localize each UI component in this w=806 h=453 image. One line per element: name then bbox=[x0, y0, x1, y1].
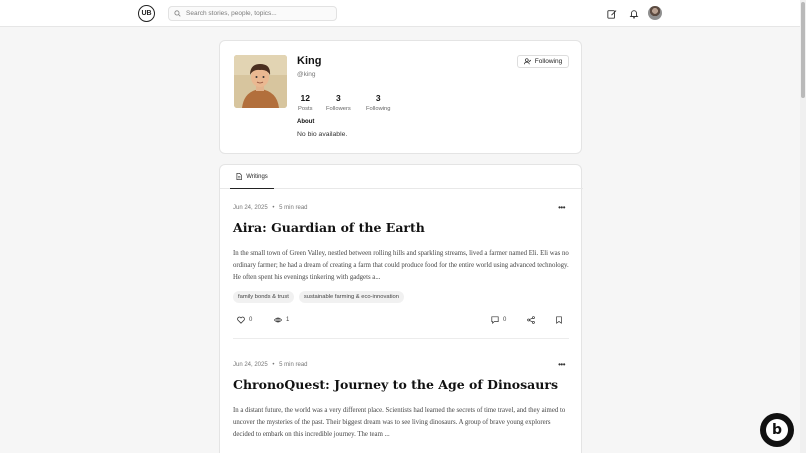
profile-handle: @king bbox=[297, 71, 316, 78]
comment-icon bbox=[491, 316, 499, 324]
post-title[interactable]: ChronoQuest: Journey to the Age of Dinos… bbox=[233, 377, 558, 392]
more-options-icon[interactable]: ••• bbox=[558, 360, 565, 369]
stat-following[interactable]: 3 Following bbox=[366, 93, 391, 112]
post-excerpt: In a distant future, the world was a ver… bbox=[233, 407, 566, 438]
floating-badge[interactable]: b bbox=[760, 413, 794, 447]
tag-chip[interactable]: family bonds & trust bbox=[233, 291, 294, 303]
post-actions: 0 1 0 bbox=[233, 316, 569, 326]
stat-posts[interactable]: 12 Posts bbox=[298, 93, 313, 112]
following-button[interactable]: Following bbox=[517, 55, 569, 68]
share-button[interactable] bbox=[527, 316, 539, 324]
stat-label: Followers bbox=[326, 106, 351, 112]
post-title[interactable]: Aira: Guardian of the Earth bbox=[233, 220, 425, 235]
meta-separator: • bbox=[272, 205, 275, 211]
stat-value: 3 bbox=[336, 93, 341, 103]
comment-button[interactable]: 0 bbox=[491, 316, 506, 324]
tab-writings[interactable]: Writings bbox=[230, 165, 274, 189]
eye-icon bbox=[274, 317, 282, 323]
logo-text: UB bbox=[141, 10, 152, 17]
profile-name: King bbox=[297, 55, 322, 67]
post-meta: Jun 24, 2025 • 5 min read bbox=[233, 362, 308, 368]
stat-value: 12 bbox=[300, 93, 310, 103]
document-icon bbox=[236, 173, 242, 180]
user-avatar[interactable] bbox=[648, 6, 662, 20]
bookmark-button[interactable] bbox=[555, 316, 567, 324]
post-tags: family bonds & trust sustainable farming… bbox=[233, 291, 404, 303]
stat-value: 3 bbox=[375, 93, 381, 103]
following-button-label: Following bbox=[534, 58, 563, 65]
stat-label: Posts bbox=[298, 106, 313, 112]
search-box[interactable] bbox=[168, 6, 337, 21]
heart-icon bbox=[237, 316, 245, 324]
write-icon[interactable] bbox=[606, 8, 617, 19]
post-read-time: 5 min read bbox=[279, 362, 308, 368]
about-text: No bio available. bbox=[297, 131, 348, 138]
profile-photo bbox=[234, 55, 287, 108]
tab-label: Writings bbox=[246, 173, 268, 180]
post-item[interactable]: Jun 24, 2025 • 5 min read ••• ChronoQues… bbox=[233, 360, 569, 453]
user-check-icon bbox=[523, 58, 531, 65]
post-item[interactable]: Jun 24, 2025 • 5 min read ••• Aira: Guar… bbox=[233, 203, 569, 341]
like-button[interactable]: 0 bbox=[237, 316, 252, 324]
share-icon bbox=[527, 316, 535, 324]
stat-followers[interactable]: 3 Followers bbox=[326, 93, 351, 112]
bookmark-icon bbox=[556, 316, 562, 324]
stat-label: Following bbox=[366, 106, 391, 112]
badge-logo: b bbox=[766, 419, 788, 441]
view-count: 1 bbox=[286, 317, 290, 323]
more-options-icon[interactable]: ••• bbox=[558, 203, 565, 212]
tab-bar: Writings bbox=[220, 165, 583, 189]
post-date: Jun 24, 2025 bbox=[233, 362, 268, 368]
tag-chip[interactable]: sustainable farming & eco-innovation bbox=[298, 291, 404, 303]
post-divider bbox=[233, 338, 569, 339]
post-meta: Jun 24, 2025 • 5 min read bbox=[233, 205, 308, 211]
views-indicator: 1 bbox=[274, 316, 289, 324]
post-date: Jun 24, 2025 bbox=[233, 205, 268, 211]
meta-separator: • bbox=[272, 362, 275, 368]
post-excerpt: In the small town of Green Valley, nestl… bbox=[233, 250, 569, 281]
like-count: 0 bbox=[249, 317, 253, 323]
comment-count: 0 bbox=[503, 317, 507, 323]
top-navigation-bar: UB bbox=[0, 0, 800, 27]
scrollbar-thumb[interactable] bbox=[801, 2, 805, 98]
profile-card: King @king Following 12 Posts 3 Follower… bbox=[219, 40, 582, 154]
bell-icon[interactable] bbox=[628, 8, 639, 19]
search-icon bbox=[174, 10, 181, 17]
search-input[interactable] bbox=[186, 10, 326, 17]
about-heading: About bbox=[297, 119, 315, 125]
post-read-time: 5 min read bbox=[279, 205, 308, 211]
logo[interactable]: UB bbox=[138, 5, 155, 22]
writings-feed: Writings Jun 24, 2025 • 5 min read ••• A… bbox=[219, 164, 583, 453]
